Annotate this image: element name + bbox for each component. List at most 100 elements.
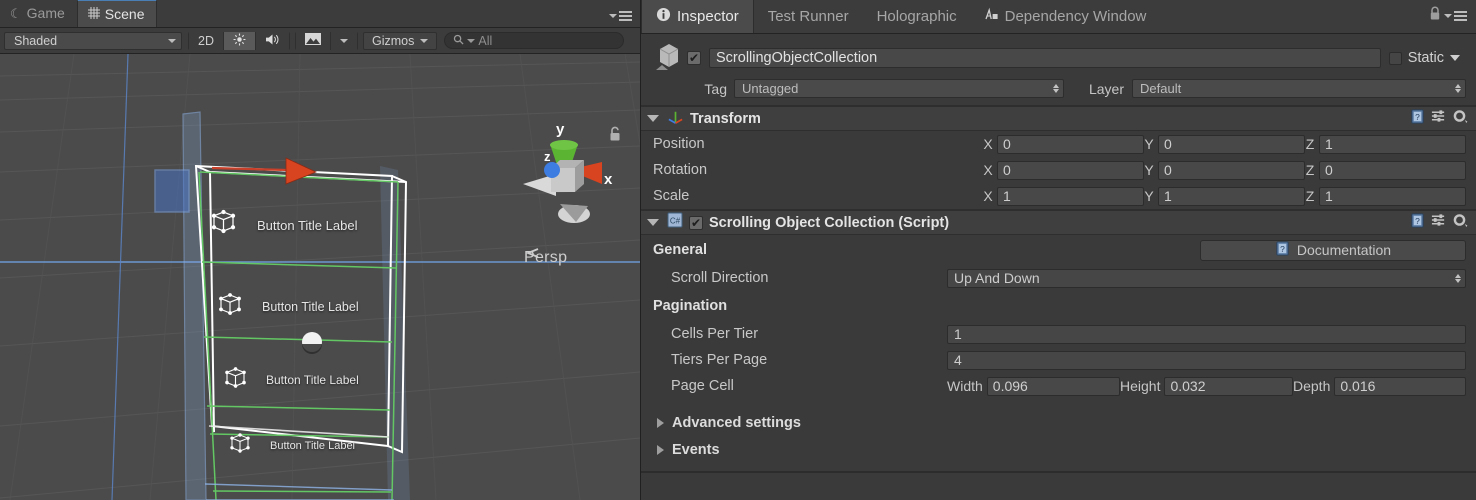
- scale-vector3: X 1 Y 1 Z 1: [983, 186, 1466, 206]
- tab-dependency-window[interactable]: Dependency Window: [971, 0, 1161, 33]
- transform-axis-icon: [667, 108, 684, 130]
- script-component-header[interactable]: C# ✔ Scrolling Object Collection (Script…: [641, 210, 1476, 235]
- scale-z: Z 1: [1305, 186, 1466, 206]
- page-cell-height-input[interactable]: 0.032: [1164, 376, 1293, 396]
- script-foldout-icon[interactable]: [647, 219, 659, 226]
- chevron-down-icon: [420, 38, 429, 43]
- scene-search-input[interactable]: All: [444, 32, 625, 49]
- image-effects-button[interactable]: [295, 31, 330, 50]
- static-checkbox[interactable]: [1388, 51, 1402, 65]
- script-enabled-checkbox[interactable]: ✔: [689, 215, 703, 230]
- sun-icon: [233, 33, 246, 49]
- inspector-tabbar: Inspector Test Runner Holographic Depend…: [641, 0, 1476, 34]
- toggle-2d-button[interactable]: 2D: [189, 31, 223, 50]
- layer-value: Default: [1140, 81, 1182, 96]
- bottom-divider: [641, 471, 1476, 473]
- help-book-icon: ?: [1275, 241, 1290, 259]
- axis-x-label: X: [983, 188, 993, 204]
- help-book-icon[interactable]: ?: [1410, 212, 1425, 233]
- scale-z-input[interactable]: 1: [1319, 186, 1466, 206]
- scale-label: Scale: [653, 188, 690, 204]
- position-x-input[interactable]: 0: [997, 134, 1144, 154]
- layer-label: Layer: [1088, 80, 1124, 97]
- tiers-per-page-value: 4: [954, 352, 962, 368]
- tab-game-label: Game: [26, 5, 65, 21]
- layer-dropdown[interactable]: Default: [1132, 79, 1466, 98]
- rotation-y-input[interactable]: 0: [1158, 160, 1305, 180]
- page-cell-width-input[interactable]: 0.096: [986, 376, 1120, 396]
- scene-button-label-3: Button Title Label: [266, 373, 359, 387]
- axis-z-label: Z: [1305, 162, 1315, 178]
- static-label: Static: [1407, 50, 1444, 66]
- tag-dropdown[interactable]: Untagged: [734, 79, 1064, 98]
- tab-scene[interactable]: Scene: [76, 0, 158, 27]
- advanced-settings-foldout[interactable]: Advanced settings: [641, 409, 1476, 436]
- page-cell-depth-label: Depth: [1293, 378, 1331, 394]
- tab-holographic[interactable]: Holographic: [863, 0, 971, 33]
- chevron-right-icon: [657, 444, 664, 455]
- page-cell-row: Page Cell Width 0.096 Height 0.032 Depth…: [641, 373, 1476, 399]
- rotation-x-value: 0: [1003, 162, 1011, 178]
- page-cell-depth-input[interactable]: 0.016: [1334, 376, 1466, 396]
- position-y-input[interactable]: 0: [1158, 134, 1305, 154]
- gameobject-enabled-checkbox[interactable]: ✔: [687, 51, 701, 65]
- chevron-down-icon: [339, 38, 348, 43]
- transform-header-icons: ?: [1410, 108, 1468, 129]
- lighting-toggle-button[interactable]: [222, 31, 255, 50]
- tab-test-runner[interactable]: Test Runner: [754, 0, 863, 33]
- gizmos-label: Gizmos: [371, 33, 415, 48]
- static-dropdown-chevron-down-icon[interactable]: [1450, 55, 1460, 61]
- inspector-panel-options-icon[interactable]: [1444, 9, 1467, 23]
- cells-per-tier-input[interactable]: 1: [947, 324, 1466, 344]
- toggle-2d-label: 2D: [198, 33, 214, 48]
- rotation-y-value: 0: [1164, 162, 1172, 178]
- gizmos-dropdown[interactable]: Gizmos: [362, 31, 438, 50]
- draw-mode-dropdown[interactable]: Shaded: [4, 31, 182, 50]
- image-effects-dropdown[interactable]: [329, 31, 357, 50]
- rotation-y: Y 0: [1144, 160, 1305, 180]
- scale-y-input[interactable]: 1: [1158, 186, 1305, 206]
- menu-lines-icon: [1454, 9, 1467, 23]
- scale-x-input[interactable]: 1: [997, 186, 1144, 206]
- axis-y-label: Y: [1144, 162, 1154, 178]
- scroll-direction-label: Scroll Direction: [671, 270, 769, 286]
- prefab-cube-icon: [651, 41, 687, 75]
- chevron-down-icon: [609, 14, 617, 18]
- unlock-icon[interactable]: [608, 126, 622, 147]
- gear-icon[interactable]: [1452, 109, 1468, 129]
- rotation-x-input[interactable]: 0: [997, 160, 1144, 180]
- scene-toolbar: Shaded 2D Gizmos All: [0, 28, 640, 54]
- scene-panel: ☾ Game Scene Shaded 2D Gizmos All y z x …: [0, 0, 640, 500]
- gameobject-name-input[interactable]: ScrollingObjectCollection: [709, 48, 1381, 68]
- events-foldout[interactable]: Events: [641, 436, 1476, 463]
- cells-per-tier-value: 1: [954, 326, 962, 342]
- general-heading: General: [653, 242, 707, 258]
- page-cell-width: Width 0.096: [947, 376, 1120, 396]
- transform-foldout-icon[interactable]: [647, 115, 659, 122]
- check-icon: ✔: [690, 215, 702, 230]
- static-toggle-group: Static: [1388, 50, 1466, 66]
- rotation-z-input[interactable]: 0: [1319, 160, 1466, 180]
- scene-button-label-2: Button Title Label: [262, 300, 359, 314]
- gear-icon[interactable]: [1452, 213, 1468, 233]
- position-z-input[interactable]: 1: [1319, 134, 1466, 154]
- tab-inspector[interactable]: Inspector: [641, 0, 754, 33]
- scene-panel-options-icon[interactable]: [609, 9, 640, 27]
- dependency-icon: [985, 7, 999, 26]
- audio-toggle-button[interactable]: [254, 31, 289, 50]
- scene-viewport[interactable]: y z x Persp Button Title Label Button Ti…: [0, 54, 640, 500]
- scale-y-value: 1: [1164, 188, 1172, 204]
- gizmo-projection-label[interactable]: Persp: [524, 249, 567, 267]
- lock-icon[interactable]: [1429, 6, 1441, 26]
- preset-sliders-icon[interactable]: [1431, 213, 1446, 232]
- preset-sliders-icon[interactable]: [1431, 109, 1446, 128]
- gameobject-header: ✔ ScrollingObjectCollection Static: [641, 34, 1476, 79]
- tab-game[interactable]: ☾ Game: [0, 0, 77, 27]
- transform-component-header[interactable]: Transform ?: [641, 106, 1476, 131]
- draw-mode-label: Shaded: [14, 33, 58, 48]
- position-label: Position: [653, 136, 705, 152]
- documentation-button[interactable]: ? Documentation: [1200, 239, 1466, 261]
- scroll-direction-dropdown[interactable]: Up And Down: [947, 268, 1466, 288]
- tiers-per-page-input[interactable]: 4: [947, 350, 1466, 370]
- help-book-icon[interactable]: ?: [1410, 108, 1425, 129]
